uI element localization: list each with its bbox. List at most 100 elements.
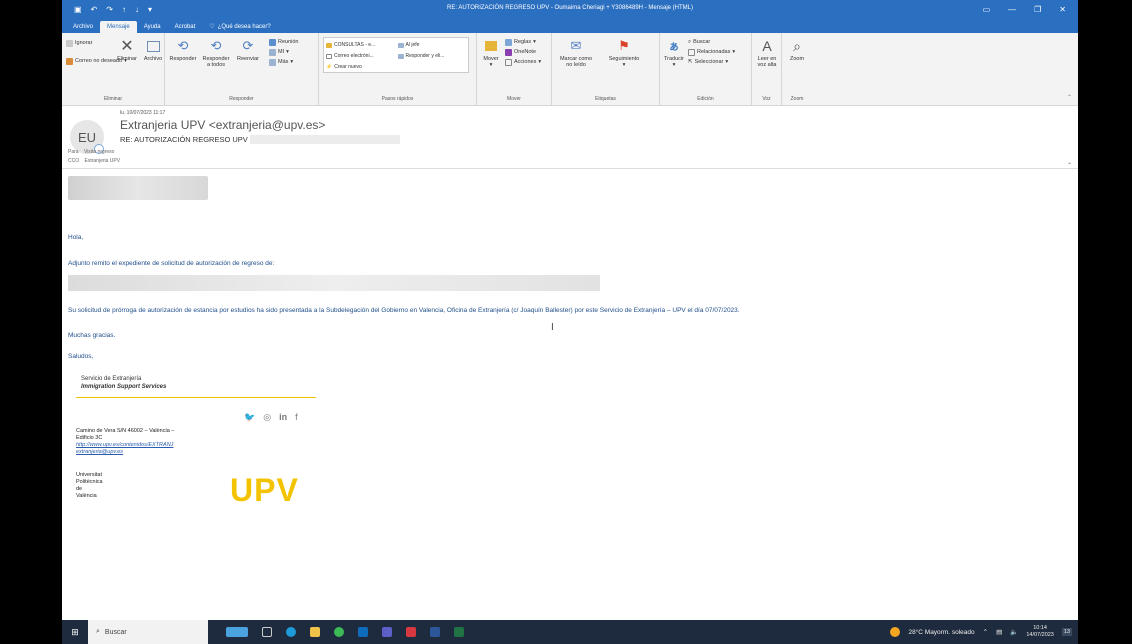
search-icon: ⌕ (688, 38, 692, 45)
onenote-button[interactable]: OneNote (505, 47, 541, 57)
archive-button[interactable]: Archivo (140, 38, 166, 62)
body-closing: Saludos, (68, 353, 94, 360)
forward-button[interactable]: ⟳ Reenviar (233, 38, 263, 68)
task-view-icon[interactable] (262, 627, 272, 637)
taskbar-apps (226, 627, 464, 637)
reply-all-label-2: a todos (206, 62, 226, 68)
twitter-icon[interactable]: 🐦 (244, 412, 255, 423)
rules-button[interactable]: Reglas ▾ (505, 37, 541, 47)
reply-icon: ⟲ (177, 38, 189, 53)
network-icon[interactable]: ▤ (996, 628, 1002, 636)
instagram-icon[interactable]: ◎ (263, 412, 271, 423)
weather-text[interactable]: 28°C Mayorm. soleado (908, 629, 974, 636)
actions-button[interactable]: Acciones ▾ (505, 57, 541, 67)
tab-ayuda[interactable]: Ayuda (137, 21, 168, 33)
outlook-icon[interactable] (358, 627, 368, 637)
clock[interactable]: 10:14 14/07/2023 (1026, 625, 1054, 639)
delete-label: Eliminar (117, 56, 137, 62)
cc-recipient[interactable]: Extranjeria UPV (85, 158, 121, 164)
header-divider (62, 168, 1078, 169)
quick-step-responder-eliminar[interactable]: Responder y eli... (397, 51, 467, 61)
clock-date: 14/07/2023 (1026, 632, 1054, 638)
quick-step-crear-nuevo[interactable]: ⚡ Crear nuevo (326, 62, 395, 72)
meeting-button[interactable]: Reunión (269, 37, 299, 47)
word-icon[interactable] (430, 627, 440, 637)
reply-all-icon: ⟲ (210, 38, 222, 53)
translate-button[interactable]: あ Traducir ▾ (662, 38, 686, 69)
group-eliminar: Ignorar Correo no deseado ▾ ✕ Eliminar Ar… (62, 33, 165, 105)
upv-logo: UPV (230, 472, 299, 508)
acrobat-icon[interactable] (406, 627, 416, 637)
message-subject: RE: AUTORIZACIÓN REGRESO UPV (120, 135, 248, 144)
archive-label: Archivo (143, 56, 163, 62)
group-label-edicion: Edición (697, 96, 714, 102)
to-recipient[interactable]: Visita regreso (84, 149, 114, 155)
quick-step-consultas[interactable]: CONSULTAS - e... (326, 40, 395, 50)
move-button[interactable]: Mover ▾ (479, 38, 503, 68)
excel-icon[interactable] (454, 627, 464, 637)
cc-row: CCO Extranjeria UPV (68, 158, 120, 164)
group-label-voz: Voz (762, 96, 771, 102)
meeting-label: Reunión (278, 39, 299, 45)
redacted-attachment[interactable] (68, 176, 208, 200)
group-pasos-rapidos: CONSULTAS - e... Al jefe Correo electrón… (319, 33, 477, 105)
tab-acrobat[interactable]: Acrobat (168, 21, 203, 33)
delete-button[interactable]: ✕ Eliminar (114, 38, 140, 62)
more-respond-button[interactable]: Más ▾ (269, 57, 299, 67)
select-button[interactable]: ⇱ Seleccionar ▾ (688, 57, 735, 67)
ribbon-tabs: Archivo Mensaje Ayuda Acrobat ♡ ¿Qué des… (62, 18, 1078, 33)
read-aloud-button[interactable]: A Leer en voz alta (754, 38, 780, 68)
sender-name[interactable]: Extranjeria UPV <extranjeria@upv.es> (120, 118, 325, 132)
linkedin-icon[interactable]: in (279, 412, 287, 423)
group-edicion: あ Traducir ▾ ⌕ Buscar Relacionadas ▾ ⇱ Sele… (660, 33, 752, 105)
tray-overflow-icon[interactable]: ⌃ (983, 628, 988, 636)
weather-icon (890, 627, 901, 637)
find-button[interactable]: ⌕ Buscar (688, 37, 735, 47)
collapse-ribbon-icon[interactable]: ⌃ (1067, 94, 1072, 101)
volume-icon[interactable]: 🔈 (1010, 628, 1018, 636)
to-label: Para (68, 149, 79, 155)
widgets-icon[interactable] (226, 627, 248, 637)
related-button[interactable]: Relacionadas ▾ (688, 47, 735, 57)
translate-icon: あ (669, 41, 679, 52)
follow-up-button[interactable]: ⚑ Seguimiento ▾ (602, 38, 646, 68)
address-line-1: Camino de Vera S/N 46002 – València – (76, 428, 175, 434)
social-links: 🐦 ◎ in f (244, 412, 298, 423)
web-link[interactable]: http://www.upv.es/contenidos/EXTRANJ (76, 442, 226, 449)
im-button[interactable]: MI ▾ (269, 47, 299, 57)
tab-archivo[interactable]: Archivo (66, 21, 100, 33)
delete-icon: ✕ (120, 38, 134, 55)
chrome-icon[interactable] (334, 627, 344, 637)
windows-start-icon[interactable]: ⊞ (62, 627, 88, 638)
signature-address: Camino de Vera S/N 46002 – València – Ed… (76, 428, 226, 456)
facebook-icon[interactable]: f (295, 412, 298, 423)
im-icon (269, 48, 276, 56)
reply-button[interactable]: ⟲ Responder (167, 38, 199, 68)
reply-all-button[interactable]: ⟲ Responder a todos (199, 38, 233, 68)
reply-label: Responder (169, 56, 197, 62)
university-name: Universitat Politècnica de València (76, 472, 103, 499)
edge-icon[interactable] (286, 627, 296, 637)
mark-unread-button[interactable]: ✉ Marcar como no leído (556, 38, 596, 68)
group-label-etiquetas: Etiquetas (595, 96, 616, 102)
read-aloud-label-2: voz alta (757, 62, 777, 68)
mark-unread-icon: ✉ (570, 38, 582, 53)
signature-service-en: Immigration Support Services (81, 384, 167, 390)
archive-icon (145, 38, 161, 54)
title-bar: ▣ ↶ ↷ ↑ ↓ ▾ RE: AUTORIZACIÓN REGRESO UPV… (62, 0, 1078, 18)
mark-unread-label-2: no leído (566, 62, 586, 68)
tell-me-box[interactable]: ♡ ¿Qué desea hacer? (202, 20, 277, 33)
files-icon[interactable] (310, 627, 320, 637)
teams-icon[interactable] (382, 627, 392, 637)
tab-mensaje[interactable]: Mensaje (100, 21, 137, 33)
meeting-icon (269, 38, 276, 46)
related-icon (688, 48, 695, 56)
forward-icon: ⟳ (242, 38, 254, 53)
zoom-button[interactable]: ⌕ Zoom (784, 38, 810, 63)
notifications-icon[interactable]: 13 (1061, 628, 1072, 636)
redacted-name (68, 275, 600, 291)
email-link[interactable]: extranjeria@upv.es (76, 449, 226, 456)
quick-step-correo[interactable]: Correo electróni... (326, 51, 395, 61)
quick-step-al-jefe[interactable]: Al jefe (397, 40, 467, 50)
taskbar-search[interactable]: ⌕ Buscar (88, 620, 208, 644)
